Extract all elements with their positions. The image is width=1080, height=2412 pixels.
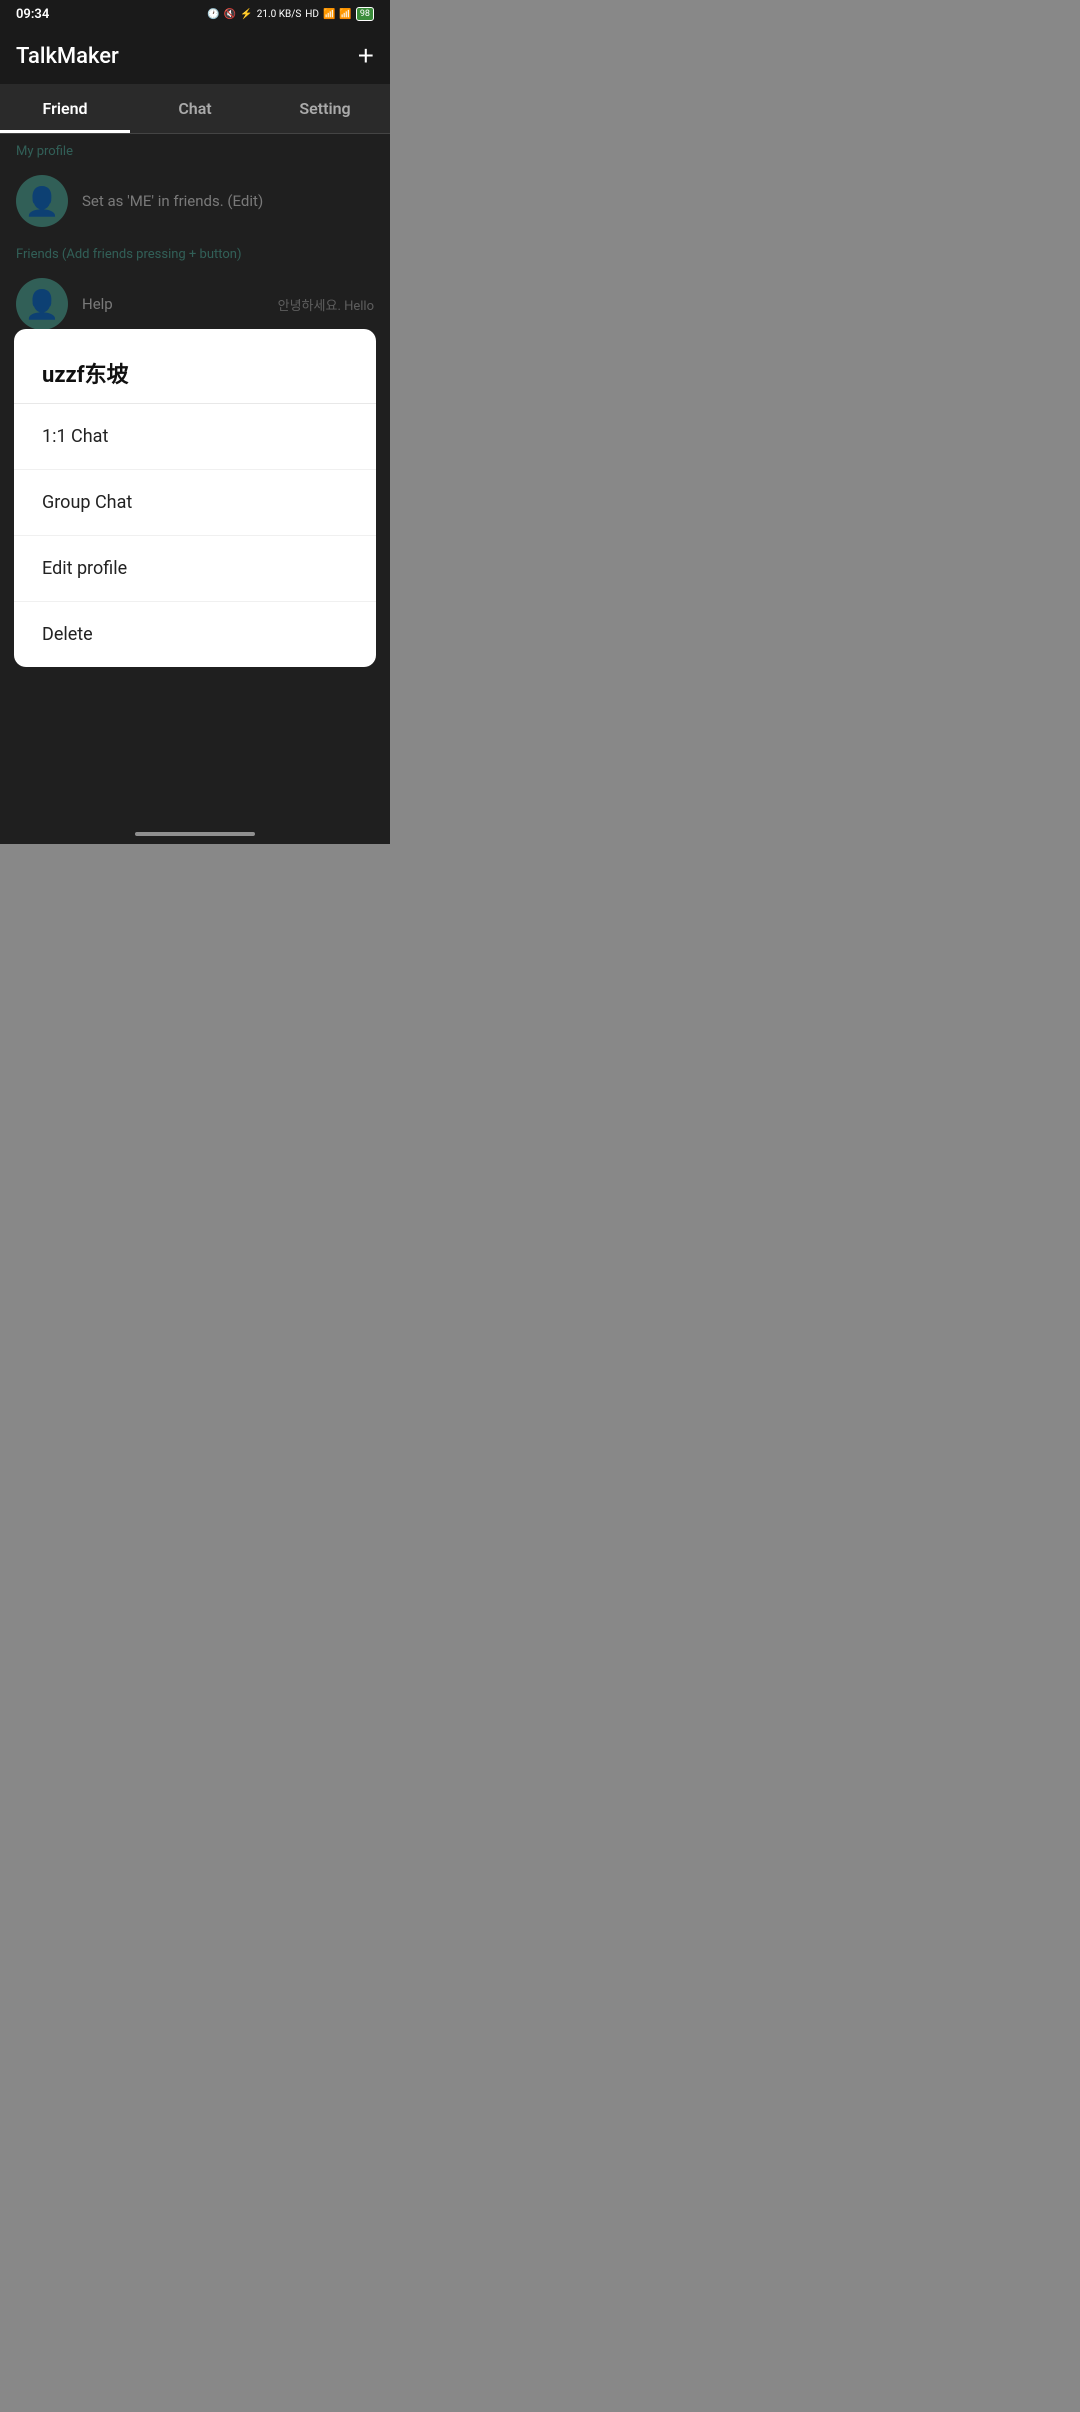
tab-setting[interactable]: Setting bbox=[260, 84, 390, 133]
wifi-icon: 📶 bbox=[323, 9, 335, 20]
status-bar: 09:34 🕐 🔇 ⚡ 21.0 KB/S HD 📶 📶 98 bbox=[0, 0, 390, 28]
network-speed: 21.0 KB/S bbox=[257, 9, 302, 20]
bluetooth-icon: ⚡ bbox=[240, 9, 252, 20]
context-menu-item-delete[interactable]: Delete bbox=[14, 602, 376, 667]
context-menu-title: uzzf东坡 bbox=[14, 329, 376, 403]
hd-label: HD bbox=[305, 9, 319, 20]
tab-friend[interactable]: Friend bbox=[0, 84, 130, 133]
tab-chat[interactable]: Chat bbox=[130, 84, 260, 133]
alarm-icon: 🕐 bbox=[207, 9, 219, 20]
home-indicator bbox=[135, 832, 255, 836]
signal-icon: 📶 bbox=[339, 9, 351, 20]
context-menu-item-group-chat[interactable]: Group Chat bbox=[14, 470, 376, 536]
status-icons: 🕐 🔇 ⚡ 21.0 KB/S HD 📶 📶 98 bbox=[207, 7, 374, 21]
context-menu: uzzf东坡 1:1 Chat Group Chat Edit profile … bbox=[14, 329, 376, 667]
main-content: My profile 👤 Set as 'ME' in friends. (Ed… bbox=[0, 134, 390, 844]
status-time: 09:34 bbox=[16, 7, 49, 22]
tab-bar: Friend Chat Setting bbox=[0, 84, 390, 134]
context-menu-item-1-1-chat[interactable]: 1:1 Chat bbox=[14, 404, 376, 470]
app-bar: TalkMaker + bbox=[0, 28, 390, 84]
add-button[interactable]: + bbox=[358, 42, 374, 70]
context-menu-item-edit-profile[interactable]: Edit profile bbox=[14, 536, 376, 602]
battery-box: 98 bbox=[356, 7, 374, 21]
mute-icon: 🔇 bbox=[224, 9, 236, 20]
app-title: TalkMaker bbox=[16, 44, 119, 69]
